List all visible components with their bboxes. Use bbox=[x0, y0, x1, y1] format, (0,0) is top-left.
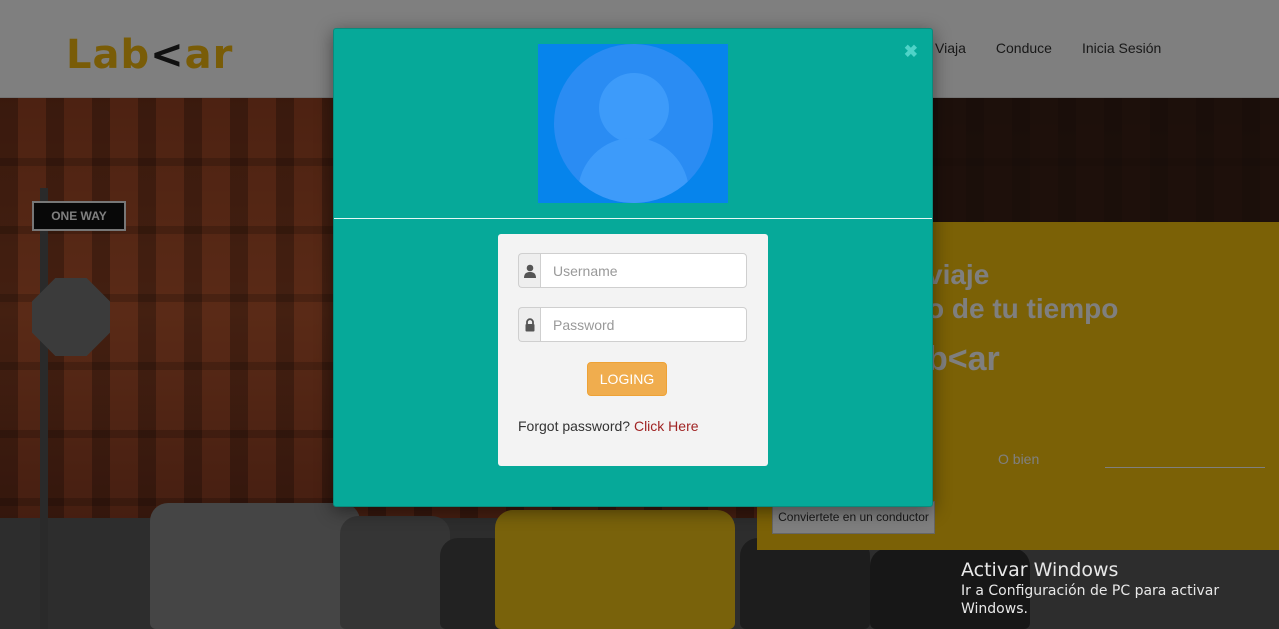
close-icon[interactable]: ✖ bbox=[904, 43, 918, 60]
lock-icon bbox=[518, 307, 540, 342]
login-form: LOGING Forgot password? Click Here bbox=[498, 234, 768, 466]
forgot-password: Forgot password? Click Here bbox=[518, 418, 699, 434]
username-input-group bbox=[518, 253, 747, 288]
forgot-password-link[interactable]: Click Here bbox=[634, 418, 699, 434]
login-button[interactable]: LOGING bbox=[587, 362, 667, 396]
watermark-title: Activar Windows bbox=[961, 559, 1119, 581]
login-modal: ✖ LOGING bbox=[333, 28, 933, 507]
password-input-group bbox=[518, 307, 747, 342]
user-avatar-icon bbox=[538, 44, 728, 203]
modal-divider bbox=[334, 218, 932, 219]
forgot-password-text: Forgot password? bbox=[518, 418, 631, 434]
watermark-subtitle: Ir a Configuración de PC para activar Wi… bbox=[961, 583, 1220, 617]
password-input[interactable] bbox=[540, 307, 747, 342]
username-input[interactable] bbox=[540, 253, 747, 288]
user-icon bbox=[518, 253, 540, 288]
windows-activation-watermark: Activar Windows Ir a Configuración de PC… bbox=[961, 558, 1279, 618]
